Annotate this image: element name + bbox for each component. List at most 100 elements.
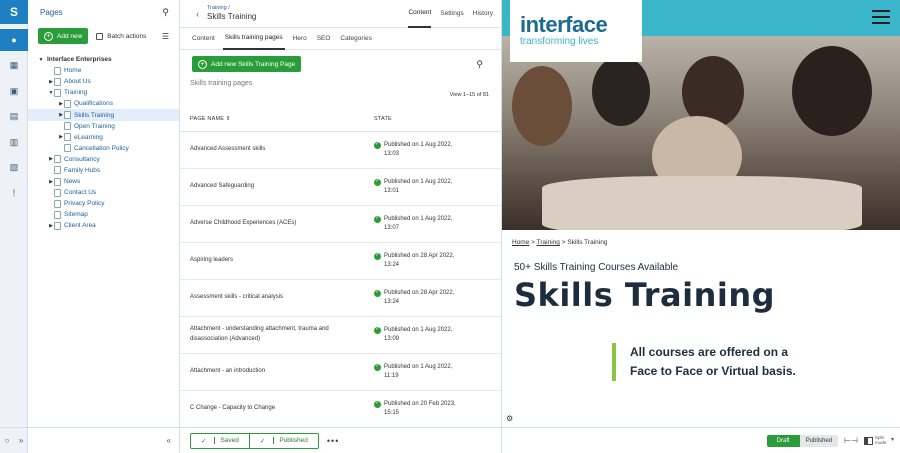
published-check-icon: ✓ — [374, 363, 381, 371]
hamburger-menu-icon[interactable] — [872, 10, 890, 24]
tree-item[interactable]: Cancellation Policy — [28, 143, 179, 154]
row-page-name[interactable]: Advanced Assessment skills — [180, 145, 366, 155]
table-row[interactable]: Adverse Childhood Experiences (ACEs) ✓ Pub… — [180, 206, 501, 243]
row-state: ✓ Published on 20 Feb 2023, 15:15 — [366, 400, 501, 419]
row-page-name[interactable]: Adverse Childhood Experiences (ACEs) — [180, 219, 366, 229]
sitemap-icon[interactable]: ▦ — [0, 55, 28, 77]
state-wrapper: ✓ Published on 28 Apr 2022, 13:24 — [374, 252, 501, 271]
draft-published-toggle[interactable]: Draft Published — [766, 434, 839, 447]
tree-item[interactable]: Sitemap — [28, 209, 179, 220]
tree-item[interactable]: ▶ Consultancy — [28, 154, 179, 165]
files-icon[interactable]: ▧ — [0, 157, 28, 179]
tree-item[interactable]: ▼ Interface Enterprises — [28, 54, 179, 65]
subtab-skills-training-pages[interactable]: Skills training pages — [222, 28, 285, 50]
tree-item[interactable]: ▶ eLearning — [28, 132, 179, 143]
document-icon[interactable]: ▤ — [0, 106, 28, 128]
cms-logo-icon[interactable]: S — [0, 0, 28, 24]
draft-option[interactable]: Draft — [766, 434, 800, 447]
preview-quote: All courses are offered on a Face to Fac… — [612, 343, 812, 382]
published-option[interactable]: Published — [799, 434, 839, 447]
back-icon[interactable]: ‹ — [196, 9, 199, 19]
page-icon — [54, 177, 61, 186]
table-row[interactable]: Advanced Assessment skills ✓ Published on … — [180, 132, 501, 169]
caret-down-icon[interactable]: ▼ — [38, 57, 44, 63]
collapse-icon[interactable]: « — [167, 436, 171, 445]
subtab-hero[interactable]: Hero — [291, 28, 309, 50]
hero-image — [502, 36, 900, 230]
list-header: ‹ Training / Skills Training Content Sett… — [180, 0, 501, 28]
breadcrumb-parent[interactable]: Training / — [207, 5, 408, 12]
image-icon[interactable]: ▣ — [0, 80, 28, 102]
tree-footer: « — [28, 427, 179, 453]
more-actions-icon[interactable]: ••• — [327, 436, 339, 446]
row-page-name[interactable]: Assessment skills - critical analysis — [180, 293, 366, 303]
row-page-name[interactable]: C Change - Capacity to Change — [180, 404, 366, 414]
tab-content[interactable]: Content — [408, 0, 432, 28]
gear-icon[interactable]: ⚙ — [506, 414, 513, 423]
row-state: ✓ Published on 1 Aug 2022, 13:01 — [366, 178, 501, 197]
tree-item[interactable]: Open Training — [28, 121, 179, 132]
row-state: ✓ Published on 1 Aug 2022, 13:03 — [366, 141, 501, 160]
split-mode-label: Split mode — [874, 434, 887, 445]
table-row[interactable]: Attachment - understanding attachment, t… — [180, 317, 501, 354]
plus-icon: + — [44, 31, 53, 41]
rail-footer: ○ » — [0, 427, 28, 453]
subtab-content[interactable]: Content — [190, 28, 217, 50]
ruler-icon[interactable]: ⊢⊣ — [844, 436, 858, 445]
tree-item[interactable]: Home — [28, 65, 179, 76]
page-icon — [54, 188, 61, 197]
expand-icon[interactable]: » — [19, 436, 23, 445]
chevron-down-icon: ▾ — [890, 437, 894, 444]
tree-item[interactable]: Contact Us — [28, 187, 179, 198]
add-skills-training-page-button[interactable]: + Add new Skills Training Page — [192, 56, 302, 72]
state-wrapper: ✓ Published on 20 Feb 2023, 15:15 — [374, 400, 501, 419]
table-row[interactable]: Attachment - an introduction ✓ Published o… — [180, 354, 501, 391]
search-icon[interactable]: ⚲ — [476, 59, 483, 70]
split-mode-icon — [863, 436, 873, 445]
published-check-icon: ✓ — [374, 252, 381, 260]
subtab-categories[interactable]: Categories — [338, 28, 373, 50]
row-page-name[interactable]: Aspiring leaders — [180, 256, 366, 266]
breadcrumb-home-link[interactable]: Home — [512, 239, 529, 246]
add-new-label: Add new — [57, 32, 83, 40]
help-icon[interactable]: ! — [0, 182, 28, 204]
tab-history[interactable]: History — [473, 0, 493, 28]
tree-item-label: About Us — [64, 78, 91, 86]
preview-heading: Skills Training — [514, 276, 776, 314]
add-new-button[interactable]: + Add new — [38, 28, 89, 44]
table-row[interactable]: C Change - Capacity to Change ✓ Published … — [180, 391, 501, 428]
tree-item-label: News — [64, 178, 81, 186]
table-row[interactable]: Advanced Safeguarding ✓ Published on 1 Aug… — [180, 169, 501, 206]
tree-item[interactable]: ▶ Qualifications — [28, 98, 179, 109]
column-page-name[interactable]: PAGE NAME ⇕ — [180, 116, 366, 122]
tree-item[interactable]: ▶ Client Area — [28, 220, 179, 231]
tree-item[interactable]: Privacy Policy — [28, 198, 179, 209]
published-check-icon: ✓ — [374, 289, 381, 297]
list-icon[interactable]: ☰ — [162, 32, 169, 41]
report-icon[interactable]: ▥ — [0, 131, 28, 153]
page-icon — [54, 221, 61, 230]
row-page-name[interactable]: Advanced Safeguarding — [180, 182, 366, 192]
tab-settings[interactable]: Settings — [440, 0, 464, 28]
tree-item[interactable]: ▶ About Us — [28, 76, 179, 87]
table-row[interactable]: Assessment skills - critical analysis ✓ Pu… — [180, 280, 501, 317]
users-icon[interactable]: ● — [0, 29, 28, 51]
tree-item-label: Interface Enterprises — [47, 56, 112, 64]
search-icon[interactable]: ⚲ — [162, 7, 169, 18]
tree-item[interactable]: Family Hubs — [28, 165, 179, 176]
row-page-name[interactable]: Attachment - understanding attachment, t… — [180, 325, 366, 344]
batch-actions-button[interactable]: Batch actions — [96, 32, 146, 40]
table-row[interactable]: Aspiring leaders ✓ Published on 28 Apr 202… — [180, 243, 501, 280]
subtab-seo[interactable]: SEO — [315, 28, 333, 50]
saved-button[interactable]: ✓ Saved — [191, 434, 249, 448]
breadcrumb-training-link[interactable]: Training — [537, 239, 560, 246]
tree-item[interactable]: ▶ News — [28, 176, 179, 187]
row-page-name[interactable]: Attachment - an introduction — [180, 367, 366, 377]
site-logo[interactable]: interface transforming lives — [510, 0, 642, 62]
tree-item-label: Home — [64, 67, 82, 75]
status-circle-icon[interactable]: ○ — [5, 436, 10, 445]
tree-item[interactable]: ▼ Training — [28, 87, 179, 98]
split-mode-button[interactable]: Split mode ▾ — [863, 434, 894, 446]
tree-item[interactable]: ▶ Skills Training — [28, 109, 179, 121]
published-button[interactable]: ✓ Published — [248, 433, 318, 448]
